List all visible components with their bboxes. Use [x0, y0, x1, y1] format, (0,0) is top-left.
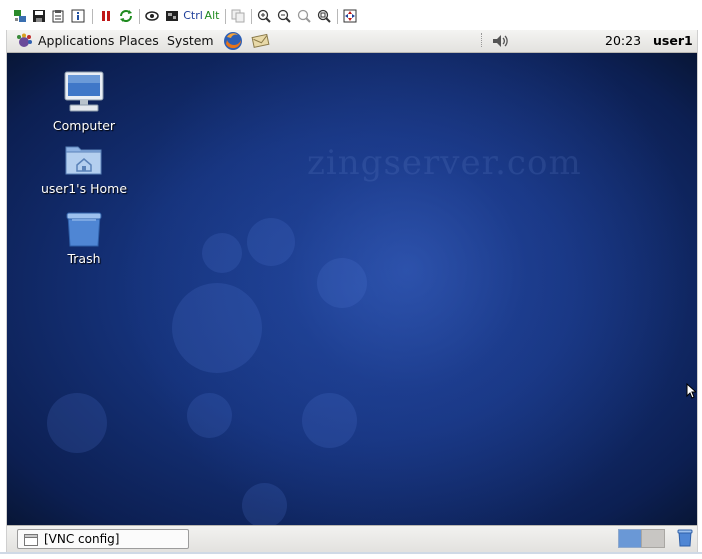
taskbar-window-label: [VNC config] — [44, 532, 120, 546]
copy-icon[interactable] — [230, 8, 246, 24]
background-bubble — [317, 258, 367, 308]
send-keys-icon[interactable] — [144, 8, 160, 24]
toolbar-separator — [225, 9, 226, 24]
ctrl-key-button[interactable]: Ctrl — [183, 8, 203, 24]
workspace-2[interactable] — [641, 529, 665, 548]
background-bubble — [202, 233, 242, 273]
background-bubble — [242, 483, 287, 528]
remote-screen[interactable]: Applications Places System 20:23 user1 z… — [6, 30, 698, 552]
viewer-bottom-edge — [0, 552, 702, 559]
mouse-cursor-icon — [686, 382, 698, 402]
workspace-1[interactable] — [618, 529, 642, 548]
taskbar-window-button[interactable]: [VNC config] — [17, 529, 189, 549]
menu-places[interactable]: Places — [119, 33, 159, 49]
user-menu[interactable]: user1 — [653, 33, 693, 48]
toolbar-separator — [92, 9, 93, 24]
bottom-panel: [VNC config] — [7, 525, 697, 552]
trash-applet-icon[interactable] — [677, 529, 693, 550]
vnc-toolbar: Ctrl Alt — [0, 0, 702, 30]
watermark: zingserver.com — [307, 143, 582, 183]
background-bubble — [47, 393, 107, 453]
toolbar-separator — [251, 9, 252, 24]
background-bubble — [247, 218, 295, 266]
background-bubble — [187, 393, 232, 438]
toolbar-separator — [337, 9, 338, 24]
zoom-in-icon[interactable] — [256, 8, 272, 24]
background-bubble — [172, 283, 262, 373]
clipboard-icon[interactable] — [50, 8, 66, 24]
zoom-out-icon[interactable] — [276, 8, 292, 24]
desktop-icon-label: Trash — [67, 251, 101, 266]
desktop-icon-label: Computer — [52, 118, 116, 133]
alt-key-button[interactable]: Alt — [204, 8, 220, 24]
volume-icon[interactable] — [491, 33, 511, 52]
top-panel: Applications Places System 20:23 user1 — [7, 30, 697, 53]
desktop-icon-computer[interactable]: Computer — [34, 70, 134, 133]
menu-system[interactable]: System — [167, 33, 214, 49]
desktop-icon-home[interactable]: user1's Home — [34, 141, 134, 196]
clock[interactable]: 20:23 — [605, 33, 641, 48]
desktop[interactable]: zingserver.com Computer user1's Home Tra… — [7, 53, 697, 528]
desktop-icon-label: user1's Home — [40, 181, 128, 196]
menu-applications[interactable]: Applications — [38, 33, 114, 49]
connection-options-icon[interactable] — [12, 8, 28, 24]
computer-icon — [64, 71, 104, 112]
gnome-foot-icon[interactable] — [15, 33, 33, 52]
full-screen-toggle-icon[interactable] — [342, 8, 358, 24]
refresh-icon[interactable] — [118, 8, 134, 24]
background-bubble — [302, 393, 357, 448]
toolbar-separator — [139, 9, 140, 24]
trash-icon — [66, 212, 102, 247]
pause-icon[interactable] — [98, 8, 114, 24]
window-icon — [24, 533, 38, 551]
info-icon[interactable] — [70, 8, 86, 24]
mail-icon[interactable] — [251, 32, 271, 53]
zoom-fit-icon[interactable] — [316, 8, 332, 24]
zoom-100-icon[interactable] — [296, 8, 312, 24]
home-folder-icon — [65, 146, 102, 175]
desktop-icon-trash[interactable]: Trash — [34, 211, 134, 266]
fullscreen-icon[interactable] — [164, 8, 180, 24]
firefox-icon[interactable] — [223, 31, 243, 54]
save-icon[interactable] — [31, 8, 47, 24]
panel-separator — [481, 33, 483, 47]
